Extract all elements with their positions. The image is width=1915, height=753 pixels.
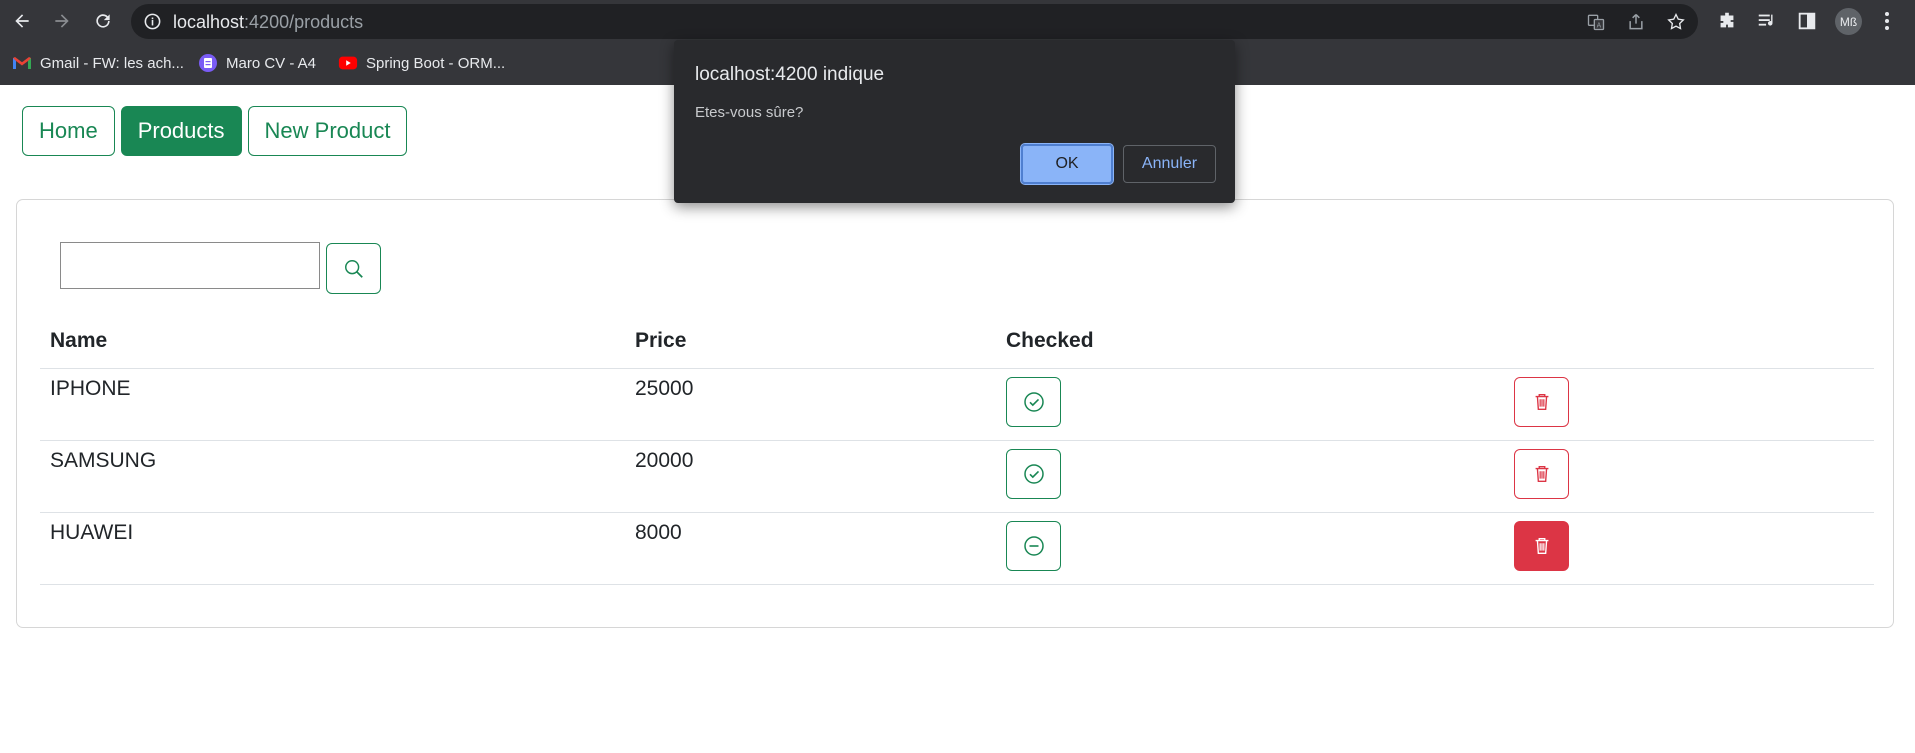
arrow-left-icon: [15, 14, 29, 28]
bookmark-label: Gmail - FW: les ach...: [40, 54, 184, 72]
dash-circle-icon: [1023, 535, 1044, 556]
star-icon[interactable]: [1666, 12, 1686, 32]
cell-name: HUAWEI: [50, 520, 134, 544]
reload-button[interactable]: [91, 9, 115, 33]
bookmark-maro-cv[interactable]: Maro CV - A4: [198, 51, 316, 75]
cell-name: SAMSUNG: [50, 448, 157, 472]
cell-actions: [1504, 440, 1874, 512]
trash-icon: [1535, 537, 1548, 554]
cell-price: 20000: [635, 448, 694, 472]
svg-text:A: A: [1597, 21, 1602, 29]
url-host: localhost: [173, 12, 245, 32]
header-price: Price: [635, 329, 687, 353]
header-checked: Checked: [996, 315, 1504, 369]
side-panel-icon[interactable]: [1796, 10, 1818, 32]
docs-icon: [198, 53, 218, 73]
share-icon[interactable]: [1626, 12, 1646, 32]
check-toggle-button[interactable]: [1006, 448, 1061, 499]
url-path: :4200/products: [244, 12, 364, 32]
check-circle-icon: [1023, 391, 1044, 412]
address-bar[interactable]: localhost:4200/products A: [131, 4, 1698, 39]
cell-actions: [1504, 512, 1874, 584]
products-table: Name Price Checked IPHONE 25000 SAMSUNG …: [40, 315, 1874, 585]
nav-new-product-button[interactable]: New Product: [247, 106, 408, 156]
profile-avatar[interactable]: Mß: [1835, 8, 1862, 35]
cell-checked: [996, 440, 1504, 512]
search-button[interactable]: [326, 243, 381, 294]
delete-button[interactable]: [1514, 520, 1569, 571]
cell-price: 8000: [635, 520, 682, 544]
table-row: SAMSUNG 20000: [40, 440, 1874, 512]
reload-icon: [96, 14, 110, 28]
cell-price: 25000: [635, 376, 694, 400]
more-menu-icon[interactable]: [1880, 10, 1894, 32]
delete-button[interactable]: [1514, 376, 1569, 427]
bookmark-label: Maro CV - A4: [226, 54, 317, 72]
url-text: localhost:4200/products: [173, 12, 363, 33]
dialog-title: localhost:4200 indique: [695, 64, 885, 85]
bookmark-spring-boot[interactable]: Spring Boot - ORM...: [338, 51, 505, 75]
translate-icon[interactable]: A: [1586, 12, 1606, 32]
trash-icon: [1535, 393, 1548, 410]
cell-name: IPHONE: [50, 376, 131, 400]
dialog-message: Etes-vous sûre?: [695, 104, 804, 121]
bookmark-label: Spring Boot - ORM...: [366, 54, 506, 72]
delete-button[interactable]: [1514, 448, 1569, 499]
app-navbar: Home Products New Product: [22, 106, 408, 156]
search-icon: [344, 259, 363, 278]
table-header-row: Name Price Checked: [40, 315, 1874, 369]
nav-home-button[interactable]: Home: [22, 106, 115, 156]
browser-toolbar: localhost:4200/products A Mß: [0, 0, 1915, 43]
cell-checked: [996, 368, 1504, 440]
products-card: Name Price Checked IPHONE 25000 SAMSUNG …: [16, 199, 1894, 628]
arrow-right-icon: [55, 14, 69, 28]
extensions-icon[interactable]: [1716, 10, 1738, 32]
forward-button[interactable]: [50, 9, 74, 33]
site-info-icon[interactable]: [143, 12, 162, 31]
nav-products-button[interactable]: Products: [120, 106, 242, 156]
trash-icon: [1535, 465, 1548, 482]
cell-actions: [1504, 368, 1874, 440]
confirm-dialog: localhost:4200 indique Etes-vous sûre? O…: [674, 40, 1235, 203]
ok-button[interactable]: OK: [1020, 143, 1114, 185]
back-button[interactable]: [10, 9, 34, 33]
check-circle-icon: [1023, 463, 1044, 484]
cancel-button[interactable]: Annuler: [1123, 145, 1216, 183]
check-toggle-button[interactable]: [1006, 376, 1061, 427]
cell-checked: [996, 512, 1504, 584]
gmail-icon: [12, 53, 32, 73]
reading-list-icon[interactable]: [1756, 10, 1778, 32]
youtube-icon: [338, 53, 358, 73]
search-input[interactable]: [60, 242, 320, 289]
check-toggle-button[interactable]: [1006, 520, 1061, 571]
table-row: HUAWEI 8000: [40, 512, 1874, 584]
table-row: IPHONE 25000: [40, 368, 1874, 440]
header-actions: [1504, 315, 1874, 368]
header-name: Name: [50, 329, 108, 353]
bookmark-gmail[interactable]: Gmail - FW: les ach...: [12, 51, 184, 75]
